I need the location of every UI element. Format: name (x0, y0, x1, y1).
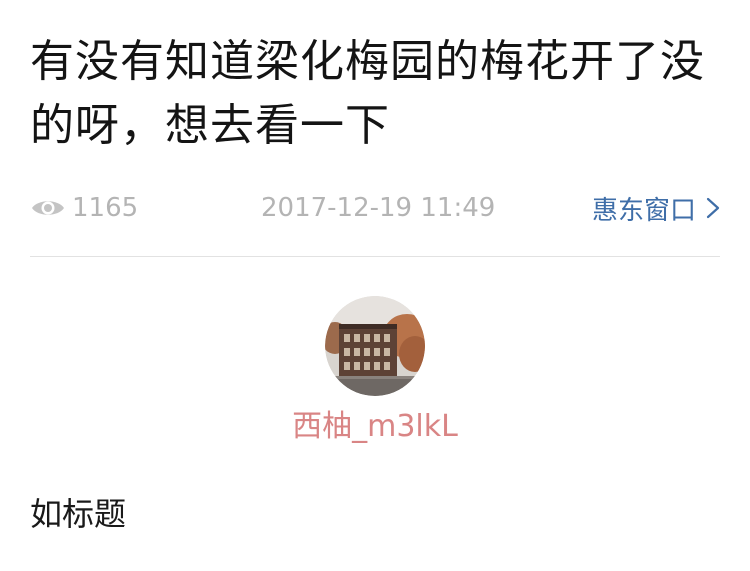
view-count: 1165 (30, 188, 138, 228)
author-avatar[interactable] (325, 296, 425, 396)
building-photo-avatar (325, 296, 425, 396)
post-body: 如标题 (30, 495, 127, 533)
chevron-right-icon (706, 197, 720, 219)
post-timestamp: 2017-12-19 11:49 (261, 193, 496, 223)
channel-label: 惠东窗口 (591, 195, 696, 226)
eye-icon (32, 201, 64, 215)
post-meta-bar: 1165 2017-12-19 11:49 惠东窗口 (30, 188, 720, 228)
view-count-value: 1165 (72, 193, 139, 223)
divider (30, 256, 720, 257)
author-username[interactable]: 西柚_m3lkL (0, 405, 750, 449)
post-title: 有没有知道梁化梅园的梅花开了没的呀，想去看一下 (30, 36, 705, 151)
channel-link[interactable]: 惠东窗口 (592, 188, 720, 228)
